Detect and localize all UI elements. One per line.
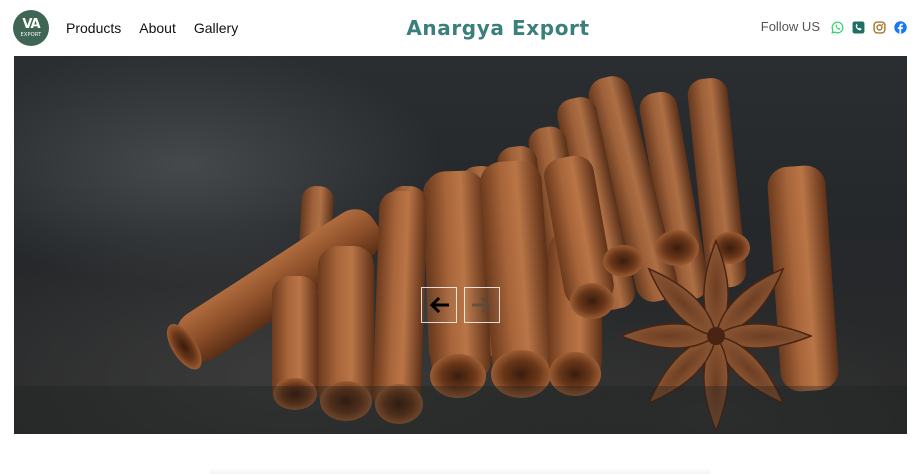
arrow-left-icon [429,297,449,313]
page-content-start [0,434,921,474]
phone-icon[interactable] [851,20,865,34]
facebook-icon[interactable] [893,20,907,34]
instagram-icon[interactable] [872,20,886,34]
whatsapp-icon[interactable] [830,20,844,34]
site-header: VA EXPORT Products About Gallery Anargya… [0,0,921,56]
arrow-right-icon [472,297,492,313]
carousel-prev-button[interactable] [421,287,457,323]
hero-carousel [14,56,907,434]
carousel-next-button[interactable] [464,287,500,323]
follow-label: Follow US [760,19,820,34]
social-links: Follow US [761,18,907,36]
hero-image [14,76,907,434]
content-card-edge [210,467,710,474]
